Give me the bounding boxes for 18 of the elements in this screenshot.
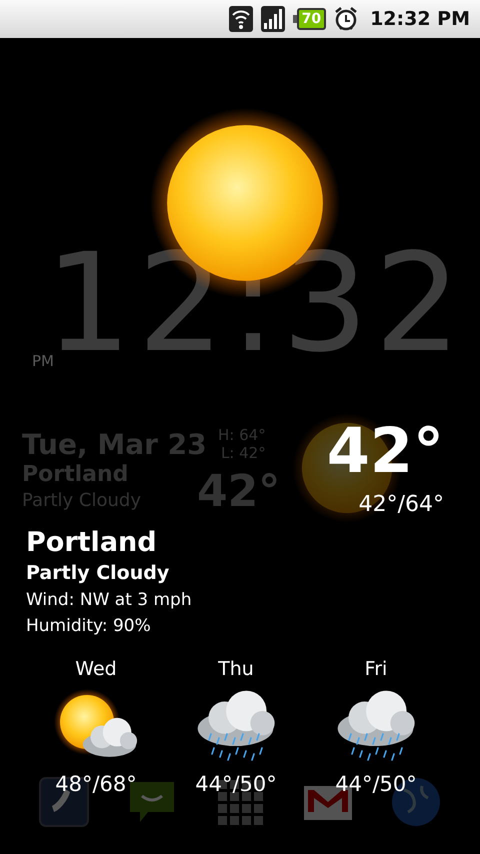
forecast-temperatures: 44°/50°	[195, 772, 277, 796]
forecast-temperatures: 48°/68°	[55, 772, 137, 796]
wind-info: Wind: NW at 3 mph	[26, 590, 193, 610]
city-name: Portland	[26, 527, 158, 558]
forecast-temperatures: 44°/50°	[335, 772, 417, 796]
wifi-icon	[228, 6, 253, 32]
forecast-day: Wed	[75, 658, 117, 680]
battery-level: 70	[296, 8, 326, 30]
current-temperature: 42°	[326, 420, 444, 482]
temperature-range: 42°/64°	[358, 492, 444, 517]
weather-condition: Partly Cloudy	[26, 562, 170, 584]
alarm-clock-icon	[334, 6, 358, 32]
status-time: 12:32 PM	[370, 8, 470, 30]
humidity-info: Humidity: 90%	[26, 616, 152, 636]
signal-icon	[260, 6, 285, 32]
forecast-day: Fri	[364, 658, 388, 680]
forecast-day: Thu	[218, 658, 254, 680]
clock-ampm: PM	[32, 352, 54, 370]
